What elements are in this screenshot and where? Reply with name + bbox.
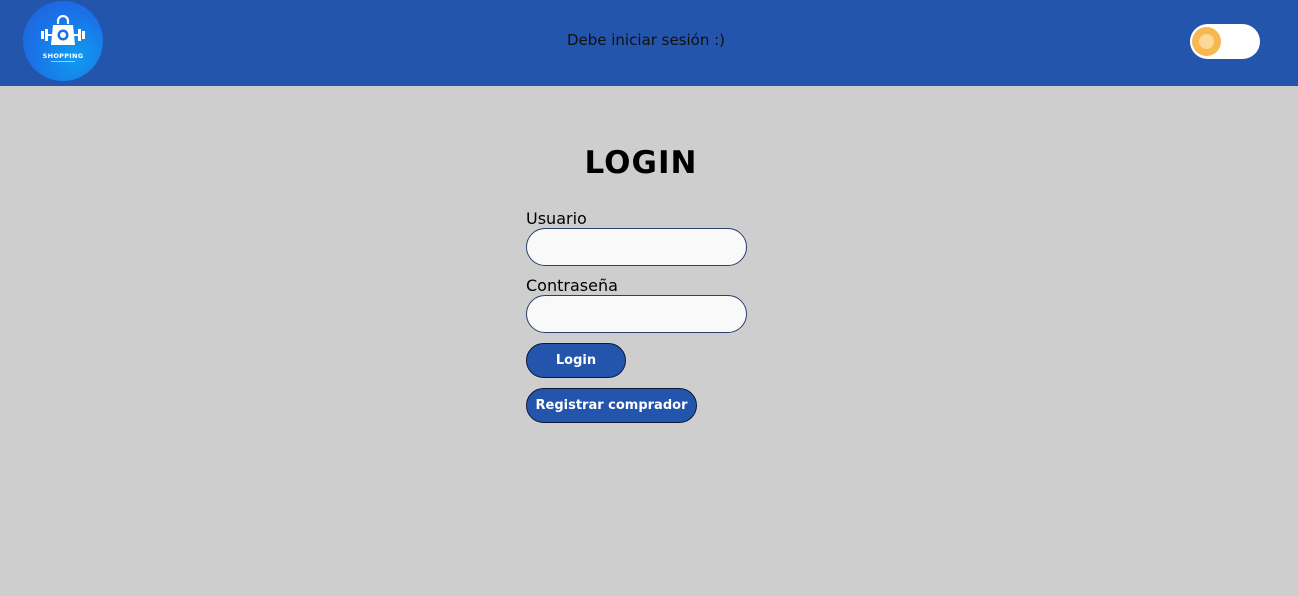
page-title: LOGIN bbox=[584, 145, 698, 181]
register-buyer-button[interactable]: Registrar comprador bbox=[526, 388, 697, 423]
logo-underline bbox=[51, 61, 75, 62]
username-input[interactable] bbox=[526, 228, 747, 266]
theme-toggle[interactable] bbox=[1190, 24, 1260, 59]
password-label: Contraseña bbox=[526, 276, 618, 295]
sun-toggle-icon bbox=[1192, 27, 1221, 56]
password-input[interactable] bbox=[526, 295, 747, 333]
login-required-message: Debe iniciar sesión :) bbox=[566, 31, 726, 49]
username-label: Usuario bbox=[526, 209, 587, 228]
shopping-bag-camera-icon bbox=[41, 15, 85, 45]
logo-text: SHOPPING bbox=[42, 52, 84, 60]
top-header: SHOPPING Debe iniciar sesión :) bbox=[0, 0, 1298, 86]
login-button[interactable]: Login bbox=[526, 343, 626, 378]
shopping-logo[interactable]: SHOPPING bbox=[23, 1, 103, 81]
